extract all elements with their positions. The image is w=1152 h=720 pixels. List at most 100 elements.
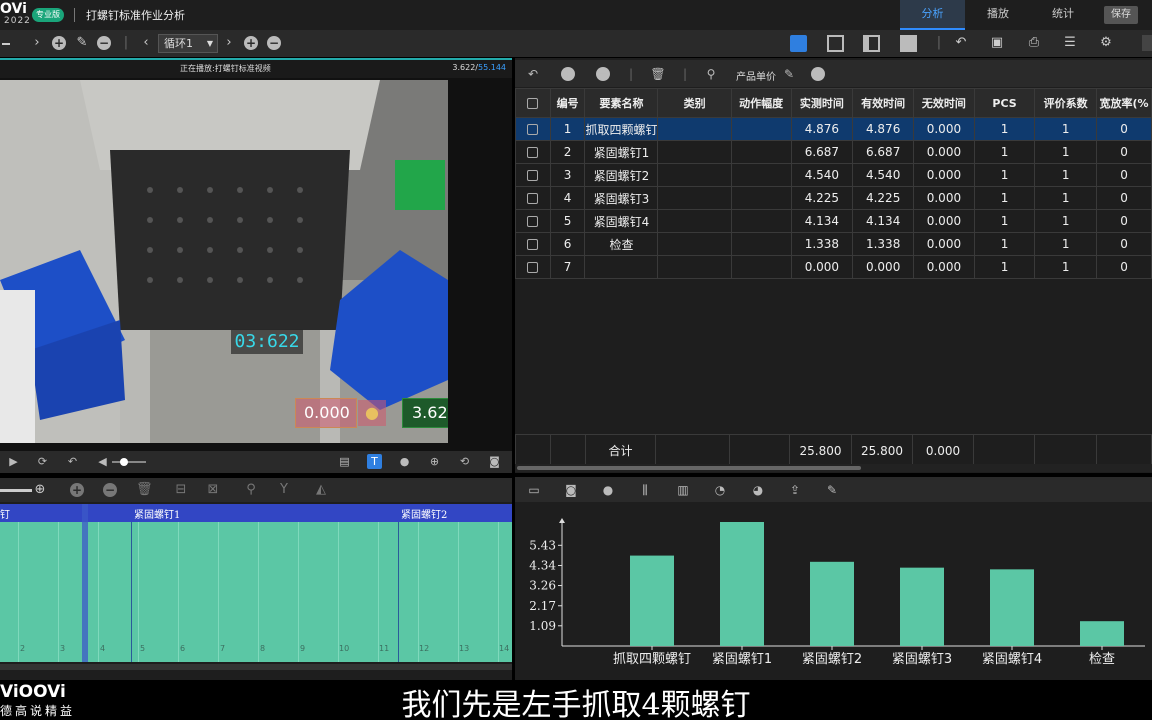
- trash-icon[interactable]: 🗑: [136, 482, 153, 498]
- pen-icon[interactable]: ✎: [74, 35, 90, 51]
- chevron-right-icon[interactable]: ›: [221, 35, 237, 51]
- table-cell[interactable]: 0: [1096, 163, 1152, 187]
- pie-chart-icon[interactable]: ◔: [712, 482, 728, 498]
- chevron-left-icon[interactable]: ‹: [138, 35, 154, 51]
- add-circle-icon[interactable]: +: [244, 36, 258, 50]
- timeline-segment-label[interactable]: 紧固螺钉2: [401, 506, 447, 521]
- row-checkbox[interactable]: [527, 193, 539, 204]
- row-checkbox[interactable]: [527, 170, 539, 181]
- table-cell[interactable]: 紧固螺钉3: [584, 186, 659, 210]
- tab-play[interactable]: 播放: [966, 0, 1030, 30]
- table-cell[interactable]: [730, 232, 792, 256]
- table-cell[interactable]: 4.540: [852, 163, 915, 187]
- donut-chart-icon[interactable]: ◕: [750, 482, 766, 498]
- remove-circle-icon[interactable]: −: [596, 67, 610, 81]
- print-icon[interactable]: ⎙: [1026, 35, 1042, 51]
- column-header[interactable]: 有效时间: [852, 88, 915, 118]
- table-cell[interactable]: [730, 163, 792, 187]
- step-play-icon[interactable]: ▶: [6, 454, 21, 469]
- merge-icon[interactable]: Y: [276, 482, 292, 498]
- row-checkbox[interactable]: [527, 124, 539, 135]
- table-cell[interactable]: [657, 140, 732, 164]
- table-scrollbar[interactable]: [515, 464, 1152, 472]
- table-cell[interactable]: [657, 186, 732, 210]
- camera-icon[interactable]: ◙: [487, 454, 502, 469]
- table-cell[interactable]: 1: [1034, 232, 1098, 256]
- select-all-checkbox[interactable]: [527, 98, 539, 109]
- row-select-cell[interactable]: [515, 117, 551, 141]
- table-cell[interactable]: 0: [1096, 255, 1152, 279]
- table-cell[interactable]: 0.000: [913, 140, 975, 164]
- table-row[interactable]: 3 紧固螺钉2 4.540 4.540 0.000 1 1 0: [515, 163, 1152, 187]
- loop-select[interactable]: 循环1 ▼: [158, 34, 218, 53]
- table-cell[interactable]: [730, 186, 792, 210]
- zoom-in-icon[interactable]: ⊕: [32, 482, 48, 498]
- table-cell[interactable]: 1: [1034, 209, 1098, 233]
- trash-icon[interactable]: 🗑: [650, 66, 666, 82]
- zoom-in-icon[interactable]: ⊕: [427, 454, 442, 469]
- upload-icon[interactable]: ⇪: [787, 482, 803, 498]
- row-checkbox[interactable]: [527, 239, 539, 250]
- video-icon[interactable]: ▣: [989, 35, 1005, 51]
- timeline-segment-label[interactable]: 紧固螺钉1: [134, 506, 180, 521]
- column-header[interactable]: PCS: [973, 88, 1036, 118]
- table-cell[interactable]: 1: [549, 117, 586, 141]
- currency-button[interactable]: ¥: [811, 67, 825, 81]
- table-cell[interactable]: 0: [1096, 140, 1152, 164]
- table-cell[interactable]: [657, 255, 732, 279]
- table-cell[interactable]: 6.687: [790, 140, 854, 164]
- select-all-header[interactable]: [515, 88, 551, 118]
- table-cell[interactable]: 4.134: [852, 209, 915, 233]
- document-icon[interactable]: ▤: [337, 454, 352, 469]
- table-cell[interactable]: 1.338: [852, 232, 915, 256]
- undo-icon[interactable]: ↶: [953, 35, 969, 51]
- table-cell[interactable]: 0.000: [913, 209, 975, 233]
- row-select-cell[interactable]: [515, 232, 551, 256]
- table-cell[interactable]: 0.000: [913, 117, 975, 141]
- table-cell[interactable]: 检查: [584, 232, 659, 256]
- rotate-icon[interactable]: ⟲: [457, 454, 472, 469]
- layout-split-icon[interactable]: [827, 35, 844, 52]
- table-cell[interactable]: 1: [973, 186, 1036, 210]
- more-icon[interactable]: [1142, 35, 1152, 51]
- segment-boundary[interactable]: [131, 522, 132, 662]
- table-cell[interactable]: [730, 255, 792, 279]
- row-select-cell[interactable]: [515, 163, 551, 187]
- table-cell[interactable]: 1: [973, 232, 1036, 256]
- flip-icon[interactable]: ◭: [313, 482, 329, 498]
- table-cell[interactable]: 抓取四颗螺钉: [584, 117, 659, 141]
- add-circle-icon[interactable]: +: [561, 67, 575, 81]
- menu-line-icon[interactable]: [2, 35, 10, 45]
- volume-icon[interactable]: ◀: [95, 454, 110, 469]
- table-row[interactable]: 2 紧固螺钉1 6.687 6.687 0.000 1 1 0: [515, 140, 1152, 164]
- table-cell[interactable]: 6: [549, 232, 586, 256]
- column-header[interactable]: 动作幅度: [730, 88, 792, 118]
- table-cell[interactable]: 0: [1096, 209, 1152, 233]
- remove-circle-icon[interactable]: −: [103, 483, 117, 497]
- table-cell[interactable]: 4: [549, 186, 586, 210]
- table-cell[interactable]: [730, 209, 792, 233]
- remove-circle-icon[interactable]: −: [267, 36, 281, 50]
- table-cell[interactable]: 1: [973, 255, 1036, 279]
- minus-box-icon[interactable]: ⊟: [173, 482, 189, 498]
- chevron-right-icon[interactable]: ›: [29, 35, 45, 51]
- table-cell[interactable]: [657, 232, 732, 256]
- camera-icon[interactable]: ◙: [563, 482, 579, 498]
- table-cell[interactable]: 4.134: [790, 209, 854, 233]
- table-cell[interactable]: [657, 117, 732, 141]
- table-cell[interactable]: 0: [1096, 232, 1152, 256]
- volume-slider[interactable]: [112, 461, 146, 463]
- table-cell[interactable]: 0.000: [913, 232, 975, 256]
- table-row[interactable]: 5 紧固螺钉4 4.134 4.134 0.000 1 1 0: [515, 209, 1152, 233]
- layout-single-icon[interactable]: [900, 35, 917, 52]
- table-cell[interactable]: [657, 209, 732, 233]
- text-icon[interactable]: T: [367, 454, 382, 469]
- table-cell[interactable]: 1: [1034, 255, 1098, 279]
- table-cell[interactable]: 4.876: [790, 117, 854, 141]
- playhead[interactable]: [82, 504, 88, 662]
- pen-icon[interactable]: ✎: [824, 482, 840, 498]
- table-cell[interactable]: 紧固螺钉4: [584, 209, 659, 233]
- add-circle-icon[interactable]: +: [52, 36, 66, 50]
- close-box-icon[interactable]: ⊠: [205, 482, 221, 498]
- timeline-track[interactable]: 2 3 4 5 6 7 8 9 10 11 12 13 14: [0, 522, 512, 662]
